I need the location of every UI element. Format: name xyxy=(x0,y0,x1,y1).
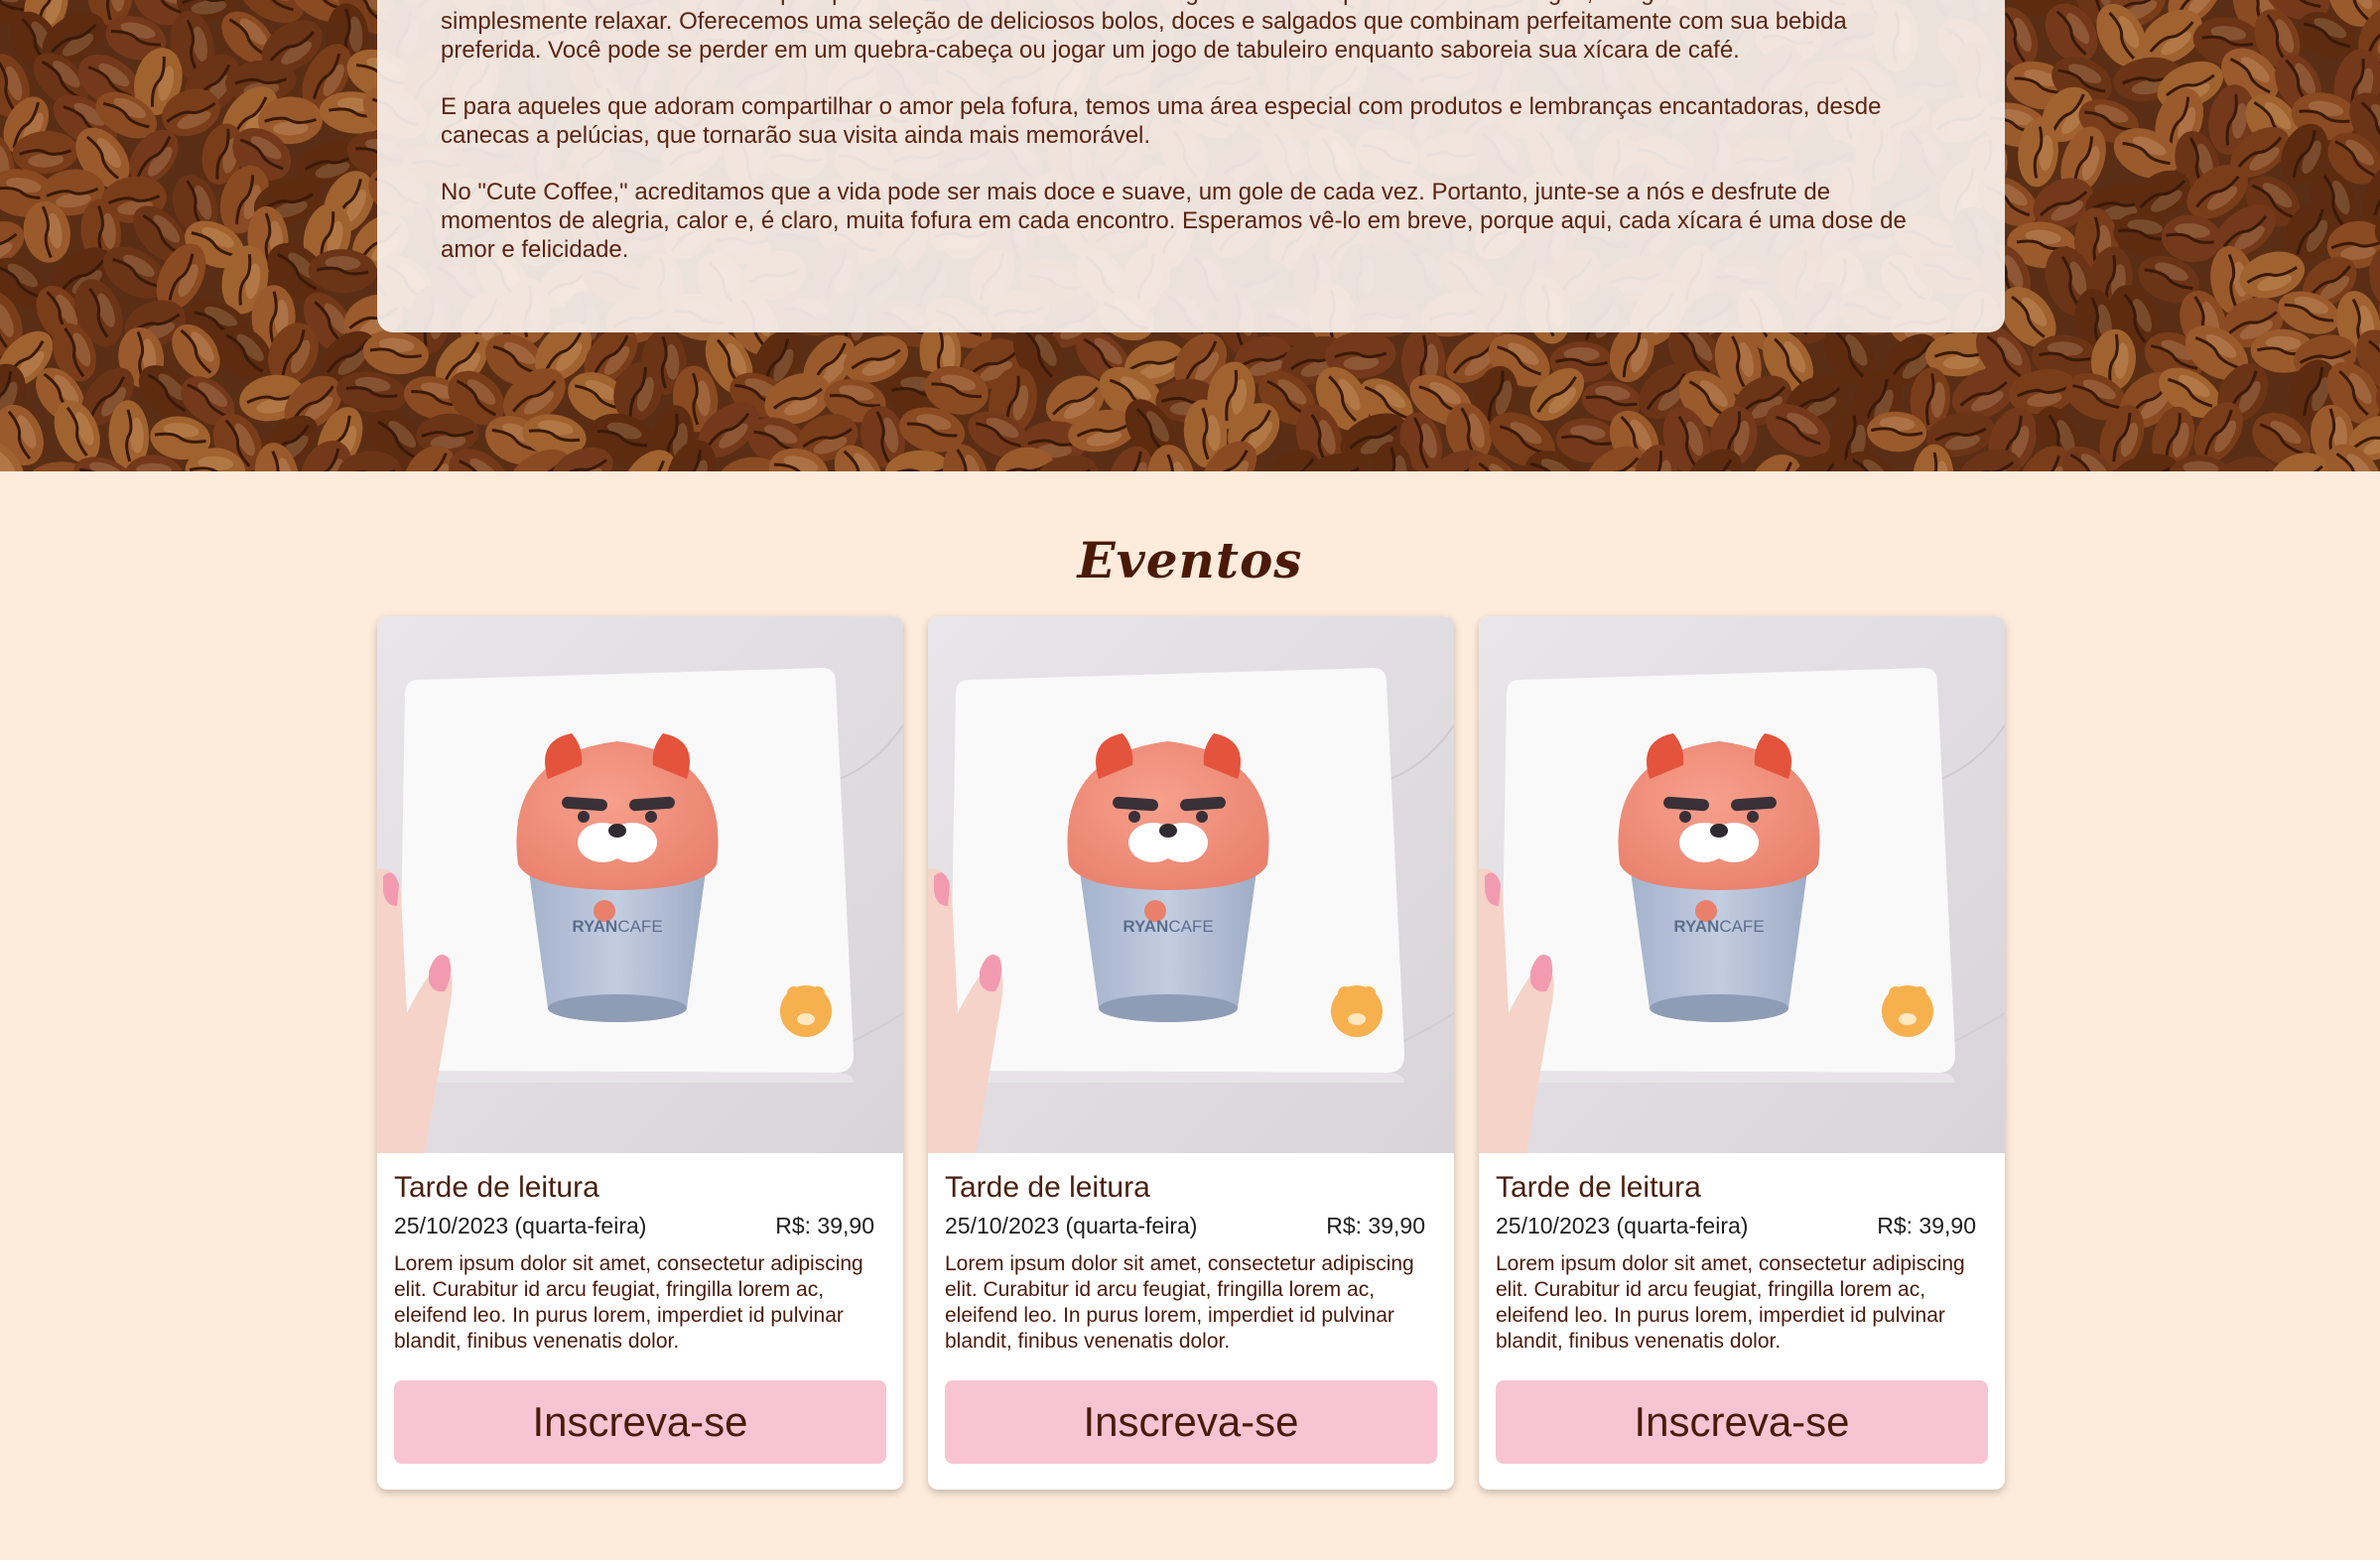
event-price: R$: 39,90 xyxy=(1326,1213,1425,1238)
subscribe-button[interactable]: Inscreva-se xyxy=(394,1380,886,1464)
event-cupcake-image xyxy=(928,616,1454,1153)
event-date: 25/10/2023 (quarta-feira) xyxy=(945,1213,1198,1238)
event-cupcake-image xyxy=(1479,616,2005,1153)
event-title: Tarde de leitura xyxy=(1496,1171,1701,1204)
event-date: 25/10/2023 (quarta-feira) xyxy=(1496,1213,1749,1238)
event-card: Tarde de leitura 25/10/2023 (quarta-feir… xyxy=(1479,616,2005,1490)
events-card-list: Tarde de leitura 25/10/2023 (quarta-feir… xyxy=(377,616,2005,1490)
event-meta: 25/10/2023 (quarta-feira) R$: 39,90 xyxy=(945,1213,1437,1239)
event-meta: 25/10/2023 (quarta-feira) R$: 39,90 xyxy=(1496,1213,1988,1239)
event-card: Tarde de leitura 25/10/2023 (quarta-feir… xyxy=(377,616,903,1490)
about-paragraph-3: No "Cute Coffee," acreditamos que a vida… xyxy=(441,179,1907,263)
event-title: Tarde de leitura xyxy=(945,1171,1150,1204)
about-paragraph-2: E para aqueles que adoram compartilhar o… xyxy=(441,93,1882,149)
event-meta: 25/10/2023 (quarta-feira) R$: 39,90 xyxy=(394,1213,886,1239)
event-date: 25/10/2023 (quarta-feira) xyxy=(394,1213,647,1238)
event-cupcake-image xyxy=(377,616,903,1153)
event-card: Tarde de leitura 25/10/2023 (quarta-feir… xyxy=(928,616,1454,1490)
about-text-card: Mas o "Cute Coffee" é mais do que apenas… xyxy=(377,0,2005,332)
event-description: Lorem ipsum dolor sit amet, consectetur … xyxy=(945,1252,1414,1353)
event-price: R$: 39,90 xyxy=(775,1213,874,1238)
event-description: Lorem ipsum dolor sit amet, consectetur … xyxy=(1496,1252,1965,1353)
event-description: Lorem ipsum dolor sit amet, consectetur … xyxy=(394,1252,863,1353)
about-paragraph-1: Mas o "Cute Coffee" é mais do que apenas… xyxy=(441,0,1922,64)
subscribe-button[interactable]: Inscreva-se xyxy=(1496,1380,1988,1464)
event-price: R$: 39,90 xyxy=(1877,1213,1976,1238)
events-heading: Eventos xyxy=(1077,531,1303,589)
subscribe-button[interactable]: Inscreva-se xyxy=(945,1380,1437,1464)
event-title: Tarde de leitura xyxy=(394,1171,599,1204)
coffee-beans-hero: Mas o "Cute Coffee" é mais do que apenas… xyxy=(0,0,2380,471)
